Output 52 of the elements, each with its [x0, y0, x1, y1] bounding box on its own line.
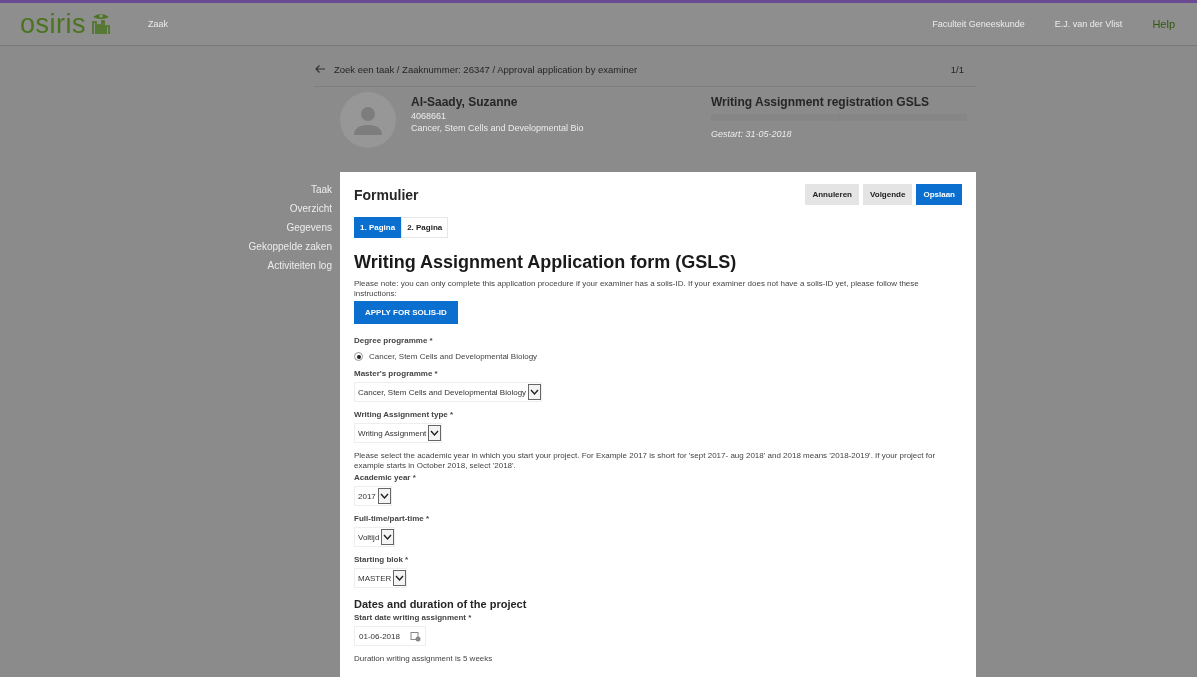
header-link[interactable]: Help [1152, 18, 1175, 30]
page-tab[interactable]: 1. Pagina [354, 217, 402, 238]
sidebar-item[interactable]: Gekoppelde zaken [248, 241, 332, 252]
sidebar-item[interactable]: Overzicht [289, 203, 332, 214]
instruction-text: Duration writing assignment is 5 weeks [354, 654, 494, 664]
apply-solis-id-button[interactable]: APPLY FOR SOLIS-ID [354, 301, 458, 325]
page-tab[interactable]: 2. Pagina [401, 217, 449, 238]
instruction-text: Please note: you can only complete this application procedure if your examiner has a solis-ID. If your examiner does not have a solis-ID yet, please follow these instructions: [354, 279, 920, 299]
date-field[interactable]: 01-06-2018 [354, 626, 426, 647]
breadcrumb: Zoek een taak / Zaaknummer: 26347 / Approval application by examiner [334, 63, 639, 75]
form-button[interactable]: Annuleren [805, 184, 859, 205]
page-counter: 1/1 [950, 63, 964, 75]
form-title: Formulier [354, 186, 420, 203]
instruction-text: Please select the academic year in which you start your project. For Example 2017 is short for 'sept 2017- aug 2018' and 2018 means '2018-2019'. If your project for example starts in October 2018, select '2018'. [354, 451, 937, 471]
student-number: 4068661 [411, 111, 448, 121]
student-programme: Cancer, Stem Cells and Developmental Bio [411, 123, 585, 133]
field-label: Writing Assignment type * [354, 410, 454, 420]
select-field[interactable]: MASTER [354, 568, 408, 589]
chevron-down-icon [381, 529, 395, 546]
sidebar-item[interactable]: Taak [310, 184, 332, 195]
start-date: Gestart: 31-05-2018 [711, 129, 793, 139]
select-field[interactable]: Writing Assignment [354, 423, 443, 444]
logo-icon [90, 12, 112, 36]
student-name: Al-Saady, Suzanne [411, 95, 519, 109]
chevron-down-icon [528, 384, 542, 401]
form-heading: Writing Assignment Application form (GSLS) [354, 252, 738, 273]
back-arrow-icon[interactable] [314, 64, 326, 74]
calendar-icon[interactable] [409, 630, 421, 642]
header-link[interactable]: Faculteit Geneeskunde [932, 19, 1025, 29]
section-heading: Dates and duration of the project [354, 598, 528, 611]
chevron-down-icon [393, 570, 407, 587]
logo-text: osiris [20, 8, 86, 40]
select-field[interactable]: Voltijd [354, 527, 396, 548]
field-label: Full-time/part-time * [354, 514, 430, 524]
header-link[interactable]: E.J. van der Vlist [1054, 19, 1123, 29]
form-button[interactable]: Opslaan [916, 184, 962, 205]
select-field[interactable]: Cancer, Stem Cells and Developmental Biology [354, 382, 543, 403]
field-label: Start date writing assignment * [354, 613, 472, 623]
chevron-down-icon [428, 425, 442, 442]
chevron-down-icon [377, 488, 391, 505]
field-label: Degree programme * [354, 336, 433, 346]
select-field[interactable]: 2017 [354, 486, 392, 507]
section-title: Zaak [148, 19, 170, 29]
form-button[interactable]: Volgende [863, 184, 913, 205]
field-label: Academic year * [354, 473, 416, 483]
avatar-icon [340, 92, 396, 148]
case-title: Writing Assignment registration GSLS [711, 95, 931, 109]
sidebar-item[interactable]: Gegevens [286, 222, 332, 233]
field-label: Master's programme * [354, 369, 438, 379]
field-label: Starting blok * [354, 555, 409, 565]
radio-option[interactable]: Cancer, Stem Cells and Developmental Biology [354, 352, 538, 362]
sidebar-item[interactable]: Activiteiten log [267, 260, 332, 271]
